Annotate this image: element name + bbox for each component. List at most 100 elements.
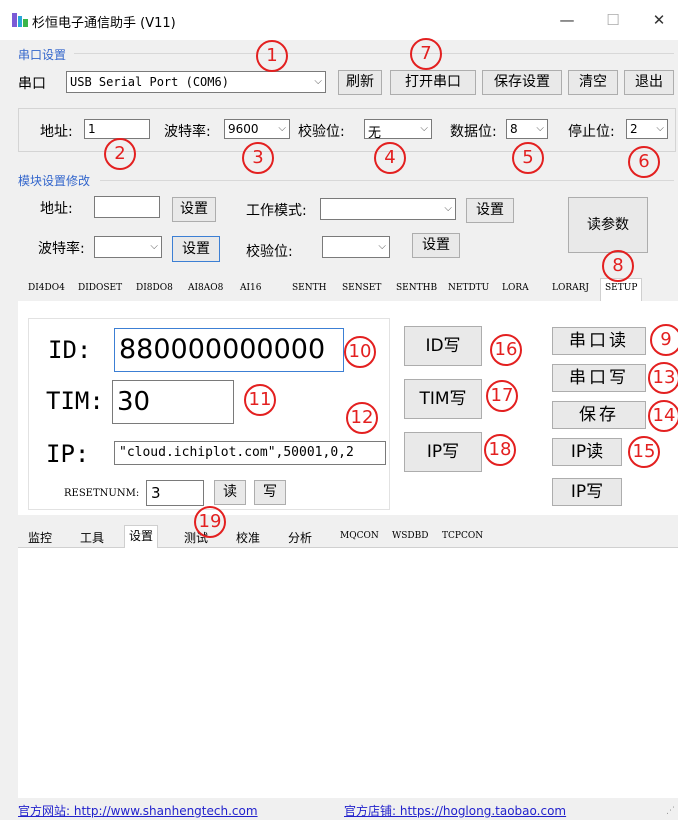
id-label: ID:	[48, 336, 92, 364]
chevron-down-icon: ⌵	[378, 241, 386, 252]
module-baud-label: 波特率:	[38, 241, 85, 257]
ip-input[interactable]: "cloud.ichiplot.com",50001,0,2	[114, 441, 386, 465]
id-input[interactable]: 880000000000	[114, 328, 344, 372]
baud-select[interactable]: 9600 ⌵	[224, 119, 290, 139]
callout-2: 2	[104, 138, 136, 170]
tim-write-button[interactable]: TIM写	[404, 379, 482, 419]
module-address-label: 地址:	[40, 201, 73, 217]
module-group-label: 模块设置修改	[18, 174, 91, 188]
parity-select[interactable]: 无 ⌵	[364, 119, 432, 139]
port-select[interactable]: USB Serial Port (COM6) ⌵	[66, 71, 326, 93]
open-port-button[interactable]: 打开串口	[390, 70, 476, 95]
minimize-button[interactable]: —	[552, 6, 582, 34]
chevron-down-icon: ⌵	[656, 123, 664, 134]
address-input[interactable]: 1	[84, 119, 150, 139]
workmode-select[interactable]: ⌵	[320, 198, 456, 220]
tab-settings[interactable]: 设置	[124, 525, 159, 548]
tab-lorarj[interactable]: LORARJ	[552, 283, 589, 293]
save-button[interactable]: 保存	[552, 401, 646, 429]
address-label: 地址:	[40, 124, 73, 140]
group-divider	[100, 180, 674, 181]
website-link[interactable]: 官方网站: http://www.shanhengtech.com	[18, 802, 258, 819]
settings-content-area	[18, 548, 678, 798]
resetnum-input[interactable]: 3	[146, 480, 204, 506]
tab-monitor[interactable]: 监控	[28, 529, 52, 546]
callout-10: 10	[344, 336, 376, 368]
tab-lora[interactable]: LORA	[502, 283, 529, 293]
set-parity-button[interactable]: 设置	[412, 233, 460, 258]
tab-senth[interactable]: SENTH	[292, 283, 326, 293]
workmode-label: 工作模式:	[246, 203, 307, 219]
ip-read-button[interactable]: IP读	[552, 438, 622, 466]
callout-14: 14	[648, 400, 678, 432]
stopbits-value: 2	[630, 122, 638, 136]
callout-11: 11	[244, 384, 276, 416]
clear-button[interactable]: 清空	[568, 70, 618, 95]
resize-grip-icon[interactable]: ⋰	[666, 806, 675, 816]
baud-label: 波特率:	[164, 124, 211, 140]
set-workmode-button[interactable]: 设置	[466, 198, 514, 223]
callout-19: 19	[194, 506, 226, 538]
baud-value: 9600	[228, 122, 259, 136]
callout-6: 6	[628, 146, 660, 178]
tab-tools[interactable]: 工具	[80, 529, 104, 546]
set-baud-button[interactable]: 设置	[172, 236, 220, 262]
tab-mqcon[interactable]: MQCON	[340, 531, 379, 541]
tab-ai8ao8[interactable]: AI8AO8	[188, 283, 223, 293]
tab-senset[interactable]: SENSET	[342, 283, 381, 293]
bottom-tab-bar: 监控 工具 设置 测试 校准 分析 MQCON WSDBD TCPCON	[18, 525, 678, 548]
chevron-down-icon: ⌵	[278, 123, 286, 134]
app-icon	[12, 13, 28, 27]
tab-wsdbd[interactable]: WSDBD	[392, 531, 428, 541]
callout-16: 16	[490, 334, 522, 366]
chevron-down-icon: ⌵	[536, 123, 544, 134]
tab-senthb[interactable]: SENTHB	[396, 283, 437, 293]
shop-link[interactable]: 官方店铺: https://hoglong.taobao.com	[344, 802, 566, 819]
port-label: 串口	[18, 76, 46, 92]
tim-label: TIM:	[46, 387, 104, 415]
tab-di4do4[interactable]: DI4DO4	[28, 283, 65, 293]
tab-netdtu[interactable]: NETDTU	[448, 283, 489, 293]
callout-18: 18	[484, 434, 516, 466]
serial-write-button[interactable]: 串口写	[552, 364, 646, 392]
refresh-button[interactable]: 刷新	[338, 70, 382, 95]
callout-15: 15	[628, 436, 660, 468]
tab-di8do8[interactable]: DI8DO8	[136, 283, 173, 293]
tab-ai16[interactable]: AI16	[240, 283, 262, 293]
maximize-button[interactable]: ☐	[598, 6, 628, 34]
tab-analyze[interactable]: 分析	[288, 529, 312, 546]
chevron-down-icon: ⌵	[444, 203, 452, 214]
module-address-input[interactable]	[94, 196, 160, 218]
chevron-down-icon: ⌵	[420, 123, 428, 134]
module-baud-select[interactable]: ⌵	[94, 236, 162, 258]
callout-1: 1	[256, 40, 288, 72]
stopbits-label: 停止位:	[568, 124, 615, 140]
chevron-down-icon: ⌵	[314, 76, 322, 87]
window-title: 杉恒电子通信助手 (V11)	[32, 16, 176, 31]
callout-17: 17	[486, 380, 518, 412]
resetnum-label: RESETNUNM:	[64, 488, 140, 499]
callout-9: 9	[650, 324, 678, 356]
module-parity-select[interactable]: ⌵	[322, 236, 390, 258]
stopbits-select[interactable]: 2 ⌵	[626, 119, 668, 139]
databits-select[interactable]: 8 ⌵	[506, 119, 548, 139]
ip-write-button[interactable]: IP写	[404, 432, 482, 472]
resetnum-write-button[interactable]: 写	[254, 480, 286, 505]
ip-write2-button[interactable]: IP写	[552, 478, 622, 506]
callout-5: 5	[512, 142, 544, 174]
id-write-button[interactable]: ID写	[404, 326, 482, 366]
save-settings-button[interactable]: 保存设置	[482, 70, 562, 95]
serial-read-button[interactable]: 串口读	[552, 327, 646, 355]
tab-calibrate[interactable]: 校准	[236, 529, 260, 546]
tim-input[interactable]: 30	[112, 380, 234, 424]
read-params-button[interactable]: 读参数	[568, 197, 648, 253]
device-tab-bar: DI4DO4 DIDOSET DI8DO8 AI8AO8 AI16 SENTH …	[18, 278, 678, 302]
resetnum-read-button[interactable]: 读	[214, 480, 246, 505]
tab-didoset[interactable]: DIDOSET	[78, 283, 122, 293]
exit-button[interactable]: 退出	[624, 70, 674, 95]
tab-tcpcon[interactable]: TCPCON	[442, 531, 483, 541]
databits-label: 数据位:	[450, 124, 497, 140]
set-address-button[interactable]: 设置	[172, 197, 216, 222]
close-button[interactable]: ✕	[644, 6, 674, 34]
callout-3: 3	[242, 142, 274, 174]
